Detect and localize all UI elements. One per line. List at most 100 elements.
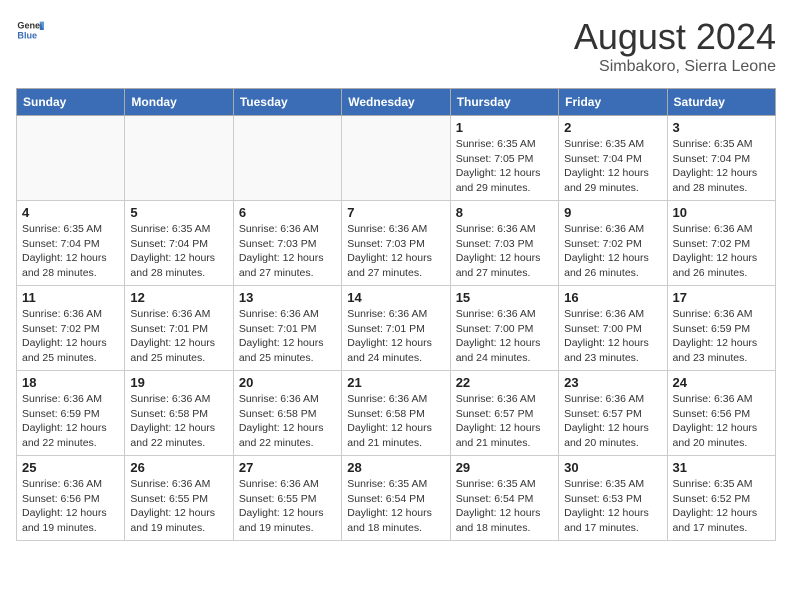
calendar-cell — [233, 116, 341, 201]
calendar-cell: 4 Sunrise: 6:35 AM Sunset: 7:04 PM Daylig… — [17, 201, 125, 286]
calendar-cell: 5 Sunrise: 6:35 AM Sunset: 7:04 PM Daylig… — [125, 201, 233, 286]
calendar-cell: 10 Sunrise: 6:36 AM Sunset: 7:02 PM Dayli… — [667, 201, 775, 286]
calendar-cell: 26 Sunrise: 6:36 AM Sunset: 6:55 PM Dayli… — [125, 456, 233, 541]
day-number: 26 — [130, 460, 227, 475]
calendar-cell: 3 Sunrise: 6:35 AM Sunset: 7:04 PM Daylig… — [667, 116, 775, 201]
day-info: Sunrise: 6:36 AM Sunset: 7:01 PM Dayligh… — [130, 307, 227, 366]
calendar-cell: 11 Sunrise: 6:36 AM Sunset: 7:02 PM Dayli… — [17, 286, 125, 371]
day-info: Sunrise: 6:36 AM Sunset: 7:03 PM Dayligh… — [456, 222, 553, 281]
day-number: 13 — [239, 290, 336, 305]
calendar-cell — [17, 116, 125, 201]
calendar-cell: 9 Sunrise: 6:36 AM Sunset: 7:02 PM Daylig… — [559, 201, 667, 286]
day-info: Sunrise: 6:36 AM Sunset: 6:58 PM Dayligh… — [239, 392, 336, 451]
day-header-friday: Friday — [559, 89, 667, 116]
day-info: Sunrise: 6:36 AM Sunset: 6:57 PM Dayligh… — [456, 392, 553, 451]
calendar-cell: 30Sunrise: 6:35 AM Sunset: 6:53 PM Dayli… — [559, 456, 667, 541]
day-number: 8 — [456, 205, 553, 220]
calendar-cell: 1Sunrise: 6:35 AM Sunset: 7:05 PM Daylig… — [450, 116, 558, 201]
day-number: 9 — [564, 205, 661, 220]
calendar-table: SundayMondayTuesdayWednesdayThursdayFrid… — [16, 88, 776, 541]
day-info: Sunrise: 6:36 AM Sunset: 7:03 PM Dayligh… — [239, 222, 336, 281]
day-info: Sunrise: 6:36 AM Sunset: 6:56 PM Dayligh… — [673, 392, 770, 451]
day-number: 11 — [22, 290, 119, 305]
day-info: Sunrise: 6:36 AM Sunset: 6:59 PM Dayligh… — [673, 307, 770, 366]
calendar-cell: 19 Sunrise: 6:36 AM Sunset: 6:58 PM Dayli… — [125, 371, 233, 456]
day-info: Sunrise: 6:35 AM Sunset: 7:04 PM Dayligh… — [130, 222, 227, 281]
day-header-thursday: Thursday — [450, 89, 558, 116]
day-number: 31 — [673, 460, 770, 475]
calendar-cell: 13Sunrise: 6:36 AM Sunset: 7:01 PM Dayli… — [233, 286, 341, 371]
calendar-cell: 14Sunrise: 6:36 AM Sunset: 7:01 PM Dayli… — [342, 286, 450, 371]
calendar-cell: 22 Sunrise: 6:36 AM Sunset: 6:57 PM Dayli… — [450, 371, 558, 456]
calendar-cell: 28Sunrise: 6:35 AM Sunset: 6:54 PM Dayli… — [342, 456, 450, 541]
day-info: Sunrise: 6:36 AM Sunset: 6:58 PM Dayligh… — [130, 392, 227, 451]
day-info: Sunrise: 6:35 AM Sunset: 7:04 PM Dayligh… — [22, 222, 119, 281]
day-header-saturday: Saturday — [667, 89, 775, 116]
calendar-cell — [125, 116, 233, 201]
main-title: August 2024 — [574, 16, 776, 58]
title-block: August 2024 Simbakoro, Sierra Leone — [574, 16, 776, 76]
day-number: 21 — [347, 375, 444, 390]
day-info: Sunrise: 6:36 AM Sunset: 6:55 PM Dayligh… — [239, 477, 336, 536]
day-info: Sunrise: 6:36 AM Sunset: 6:55 PM Dayligh… — [130, 477, 227, 536]
day-info: Sunrise: 6:36 AM Sunset: 6:57 PM Dayligh… — [564, 392, 661, 451]
day-info: Sunrise: 6:35 AM Sunset: 7:04 PM Dayligh… — [564, 137, 661, 196]
day-info: Sunrise: 6:35 AM Sunset: 7:04 PM Dayligh… — [673, 137, 770, 196]
calendar-cell: 27 Sunrise: 6:36 AM Sunset: 6:55 PM Dayli… — [233, 456, 341, 541]
day-number: 27 — [239, 460, 336, 475]
calendar-cell: 8 Sunrise: 6:36 AM Sunset: 7:03 PM Daylig… — [450, 201, 558, 286]
calendar-cell: 16 Sunrise: 6:36 AM Sunset: 7:00 PM Dayli… — [559, 286, 667, 371]
day-number: 22 — [456, 375, 553, 390]
day-number: 4 — [22, 205, 119, 220]
calendar-cell: 23 Sunrise: 6:36 AM Sunset: 6:57 PM Dayli… — [559, 371, 667, 456]
day-number: 5 — [130, 205, 227, 220]
day-info: Sunrise: 6:36 AM Sunset: 7:02 PM Dayligh… — [22, 307, 119, 366]
day-info: Sunrise: 6:36 AM Sunset: 7:02 PM Dayligh… — [673, 222, 770, 281]
day-number: 3 — [673, 120, 770, 135]
day-number: 15 — [456, 290, 553, 305]
day-info: Sunrise: 6:36 AM Sunset: 7:02 PM Dayligh… — [564, 222, 661, 281]
day-number: 23 — [564, 375, 661, 390]
calendar-cell: 29 Sunrise: 6:35 AM Sunset: 6:54 PM Dayli… — [450, 456, 558, 541]
day-info: Sunrise: 6:36 AM Sunset: 6:58 PM Dayligh… — [347, 392, 444, 451]
logo-icon: General Blue — [16, 16, 44, 44]
calendar-cell: 31 Sunrise: 6:35 AM Sunset: 6:52 PM Dayli… — [667, 456, 775, 541]
day-header-wednesday: Wednesday — [342, 89, 450, 116]
calendar-cell: 20Sunrise: 6:36 AM Sunset: 6:58 PM Dayli… — [233, 371, 341, 456]
day-number: 1 — [456, 120, 553, 135]
calendar-cell: 25 Sunrise: 6:36 AM Sunset: 6:56 PM Dayli… — [17, 456, 125, 541]
calendar-cell: 2 Sunrise: 6:35 AM Sunset: 7:04 PM Daylig… — [559, 116, 667, 201]
day-number: 7 — [347, 205, 444, 220]
day-number: 28 — [347, 460, 444, 475]
page-header: General Blue August 2024 Simbakoro, Sier… — [16, 16, 776, 76]
day-number: 6 — [239, 205, 336, 220]
day-header-tuesday: Tuesday — [233, 89, 341, 116]
day-number: 17 — [673, 290, 770, 305]
calendar-cell: 21 Sunrise: 6:36 AM Sunset: 6:58 PM Dayli… — [342, 371, 450, 456]
day-header-monday: Monday — [125, 89, 233, 116]
day-info: Sunrise: 6:36 AM Sunset: 6:59 PM Dayligh… — [22, 392, 119, 451]
day-info: Sunrise: 6:36 AM Sunset: 7:03 PM Dayligh… — [347, 222, 444, 281]
calendar-cell — [342, 116, 450, 201]
day-info: Sunrise: 6:36 AM Sunset: 7:00 PM Dayligh… — [456, 307, 553, 366]
calendar-cell: 7 Sunrise: 6:36 AM Sunset: 7:03 PM Daylig… — [342, 201, 450, 286]
day-info: Sunrise: 6:35 AM Sunset: 6:54 PM Dayligh… — [456, 477, 553, 536]
calendar-cell: 12Sunrise: 6:36 AM Sunset: 7:01 PM Dayli… — [125, 286, 233, 371]
day-number: 18 — [22, 375, 119, 390]
svg-text:Blue: Blue — [17, 30, 37, 40]
day-info: Sunrise: 6:36 AM Sunset: 6:56 PM Dayligh… — [22, 477, 119, 536]
calendar-cell: 18 Sunrise: 6:36 AM Sunset: 6:59 PM Dayli… — [17, 371, 125, 456]
sub-title: Simbakoro, Sierra Leone — [574, 58, 776, 76]
day-info: Sunrise: 6:36 AM Sunset: 7:01 PM Dayligh… — [347, 307, 444, 366]
day-number: 19 — [130, 375, 227, 390]
day-number: 29 — [456, 460, 553, 475]
day-number: 25 — [22, 460, 119, 475]
day-info: Sunrise: 6:35 AM Sunset: 6:52 PM Dayligh… — [673, 477, 770, 536]
day-number: 10 — [673, 205, 770, 220]
day-number: 16 — [564, 290, 661, 305]
day-header-sunday: Sunday — [17, 89, 125, 116]
day-info: Sunrise: 6:36 AM Sunset: 7:00 PM Dayligh… — [564, 307, 661, 366]
day-number: 2 — [564, 120, 661, 135]
day-info: Sunrise: 6:35 AM Sunset: 6:53 PM Dayligh… — [564, 477, 661, 536]
day-number: 24 — [673, 375, 770, 390]
